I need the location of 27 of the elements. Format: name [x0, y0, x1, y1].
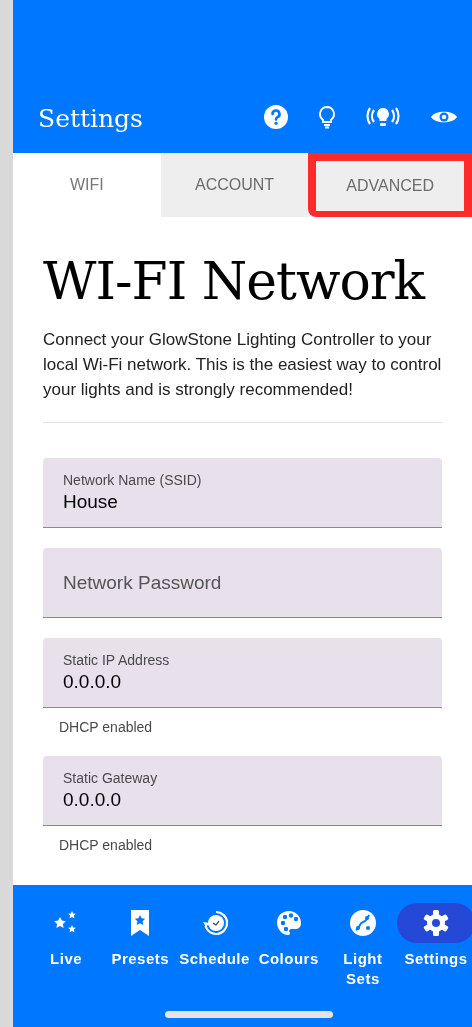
nav-item[interactable]: Schedule	[177, 903, 252, 989]
text-field[interactable]: Static Gateway 0.0.0.0	[43, 756, 442, 826]
help-icon[interactable]	[264, 105, 288, 129]
highlighted-tab[interactable]: ADVANCED	[316, 161, 464, 211]
nav-item[interactable]: Light Sets	[325, 903, 400, 989]
lightbulb-signal-icon[interactable]	[366, 105, 400, 129]
field-value: House	[63, 489, 119, 514]
nav-item[interactable]: Colours	[251, 903, 326, 989]
helper-text: DHCP enabled	[58, 718, 154, 736]
nav-item[interactable]: Presets	[103, 903, 178, 989]
field-label: Static Gateway	[63, 768, 159, 787]
field-label: Static IP Address	[63, 650, 171, 669]
lightbulb-icon[interactable]	[318, 105, 336, 129]
settings-icon	[422, 909, 450, 937]
field-label: Network Name (SSID)	[63, 470, 203, 489]
helper-text: DHCP enabled	[58, 836, 154, 854]
field-value: 0.0.0.0	[63, 669, 123, 694]
nav-item[interactable]: Live	[29, 903, 104, 989]
description-text: Connect your GlowStone Lighting Controller to your local Wi-Fi network. This is the easiest way to control your lights and is strongly recommended!	[43, 327, 442, 423]
text-field[interactable]: Static IP Address 0.0.0.0	[43, 638, 442, 708]
field-value: 0.0.0.0	[63, 787, 123, 812]
nav-item[interactable]: Settings	[400, 903, 472, 989]
field-placeholder: Network Password	[63, 570, 223, 595]
text-field[interactable]: Network Password	[43, 548, 442, 618]
page-heading: WI-FI Network	[43, 255, 427, 307]
screen-title: Settings	[38, 106, 143, 131]
text-field[interactable]: Network Name (SSID) House	[43, 458, 442, 528]
